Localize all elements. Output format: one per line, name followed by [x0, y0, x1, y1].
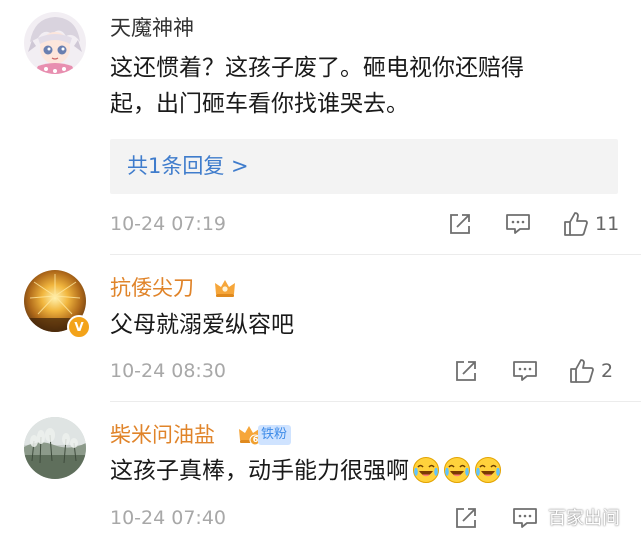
comment-text: 这还惯着？这孩子废了。砸电视你还赔得 起，出门砸车看你找谁哭去。	[110, 50, 524, 122]
comment-text: 父母就溺爱纵容吧	[110, 312, 294, 338]
share-icon	[456, 361, 476, 381]
comment-icon	[506, 214, 530, 234]
share-button[interactable]	[448, 212, 472, 236]
member-crown-icon	[215, 280, 235, 297]
like-count: 11	[595, 213, 620, 235]
like-button[interactable]: 2	[569, 358, 613, 384]
comment-button[interactable]	[512, 506, 538, 530]
comment-button[interactable]	[505, 212, 531, 236]
username[interactable]: 柴米问油盐	[110, 421, 215, 449]
timestamp: 10-24 08:30	[110, 360, 227, 382]
comment-text: 这孩子真棒，动手能力很强啊	[110, 453, 502, 489]
view-replies-button[interactable]: 共1条回复 >	[110, 139, 618, 194]
comment-text-body: 这孩子真棒，动手能力很强啊	[110, 458, 409, 484]
laughing-crying-emoji	[444, 457, 470, 483]
anime-avatar-image	[24, 12, 86, 74]
fan-badge: 6 铁粉	[237, 424, 292, 446]
thumbs-up-icon	[570, 359, 594, 383]
fan-badge-label: 铁粉	[258, 425, 292, 445]
comment-icon	[513, 361, 537, 381]
avatar[interactable]	[24, 12, 86, 74]
like-count: 2	[601, 360, 614, 382]
comment-text-line: 起，出门砸车看你找谁哭去。	[110, 91, 409, 117]
username[interactable]: 天魔神神	[110, 14, 194, 42]
comment-text-line: 这还惯着？这孩子废了。砸电视你还赔得	[110, 55, 524, 81]
share-button[interactable]	[454, 506, 478, 530]
thumbs-up-icon	[564, 212, 588, 236]
avatar[interactable]	[24, 417, 86, 479]
laughing-crying-emoji	[475, 457, 501, 483]
share-button[interactable]	[454, 359, 478, 383]
watermark: 百家出间	[548, 508, 620, 529]
landscape-avatar-image	[24, 417, 86, 479]
divider	[110, 401, 641, 402]
laughing-crying-emoji	[413, 457, 439, 483]
comment-button[interactable]	[512, 359, 538, 383]
like-button[interactable]: 11	[563, 211, 619, 237]
share-icon	[450, 214, 470, 234]
comment-icon	[513, 508, 537, 528]
timestamp: 10-24 07:19	[110, 213, 227, 235]
verified-badge: V	[67, 315, 91, 339]
divider	[110, 254, 641, 255]
fan-level: 6	[252, 435, 259, 444]
share-icon	[456, 508, 476, 528]
username[interactable]: 抗倭尖刀	[110, 274, 194, 302]
timestamp: 10-24 07:40	[110, 507, 227, 529]
